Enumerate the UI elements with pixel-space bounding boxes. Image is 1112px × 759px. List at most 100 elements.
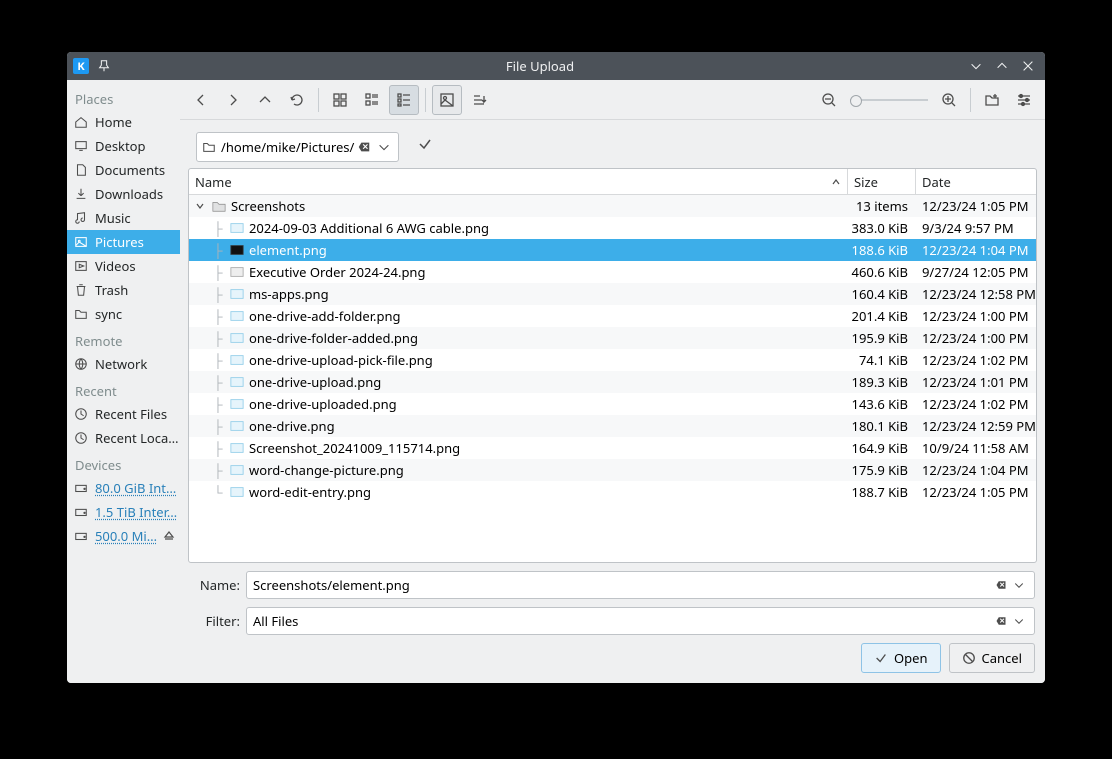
sort-button[interactable] [464,85,494,115]
cancel-icon [962,651,976,665]
file-row[interactable]: ├one-drive-uploaded.png143.6 KiB12/23/24… [189,393,1036,415]
cancel-button[interactable]: Cancel [949,643,1035,673]
clear-path-button[interactable] [354,137,374,157]
clear-name-button[interactable] [992,576,1010,594]
file-size: 383.0 KiB [848,219,916,237]
file-date: 12/23/24 1:02 PM [916,395,1036,413]
eject-icon[interactable] [163,527,175,545]
file-row[interactable]: ├Executive Order 2024-24.png460.6 KiB9/2… [189,261,1036,283]
pin-icon[interactable] [95,57,113,75]
trash-icon [73,282,89,298]
icons-view-button[interactable] [325,85,355,115]
sidebar-item-trash[interactable]: Trash [67,278,180,302]
file-size: 188.7 KiB [848,483,916,501]
details-view-button[interactable] [389,85,419,115]
column-name-label: Name [195,173,232,191]
file-row[interactable]: ├one-drive-add-folder.png201.4 KiB12/23/… [189,305,1036,327]
name-input[interactable]: Screenshots/element.png [246,571,1035,599]
column-name[interactable]: Name [189,169,848,194]
recent-icon [73,430,89,446]
compact-view-button[interactable] [357,85,387,115]
accept-path-button[interactable] [413,136,437,152]
file-row[interactable]: ├one-drive.png180.1 KiB12/23/24 12:59 PM [189,415,1036,437]
file-row[interactable]: ├word-change-picture.png175.9 KiB12/23/2… [189,459,1036,481]
file-date: 9/3/24 9:57 PM [916,219,1036,237]
path-bar[interactable]: /home/mike/Pictures/ [196,132,399,162]
path-dropdown-button[interactable] [374,137,394,157]
image-thumb-icon [229,286,245,302]
tree-line: ├ [211,417,225,435]
open-button[interactable]: Open [861,643,941,673]
sidebar-section-header: Places [67,84,180,110]
file-row[interactable]: ├one-drive-folder-added.png195.9 KiB12/2… [189,327,1036,349]
sidebar-item-music[interactable]: Music [67,206,180,230]
sidebar-item-1-5-tib-inter-[interactable]: 1.5 TiB Inter… [67,500,180,524]
filter-dropdown-button[interactable] [1010,612,1028,630]
file-name: one-drive-upload-pick-file.png [249,351,433,369]
sidebar-item-pictures[interactable]: Pictures [67,230,180,254]
file-size: 74.1 KiB [848,351,916,369]
column-date[interactable]: Date [916,169,1036,194]
file-date: 12/23/24 1:00 PM [916,329,1036,347]
file-date: 9/27/24 12:05 PM [916,263,1036,281]
app-icon: K [73,58,89,74]
file-row[interactable]: ├one-drive-upload.png189.3 KiB12/23/24 1… [189,371,1036,393]
places-sidebar: PlacesHomeDesktopDocumentsDownloadsMusic… [67,80,180,683]
name-value: Screenshots/element.png [253,576,992,594]
sidebar-item-network[interactable]: Network [67,352,180,376]
sidebar-item-recent-files[interactable]: Recent Files [67,402,180,426]
name-dropdown-button[interactable] [1010,576,1028,594]
drive-icon [73,528,89,544]
sidebar-item-downloads[interactable]: Downloads [67,182,180,206]
file-row[interactable]: ├ms-apps.png160.4 KiB12/23/24 12:58 PM [189,283,1036,305]
maximize-button[interactable] [993,57,1011,75]
desktop-icon [73,138,89,154]
sidebar-item-recent-loca-[interactable]: Recent Loca… [67,426,180,450]
close-button[interactable] [1019,57,1037,75]
folder-row[interactable]: Screenshots13 items12/23/24 1:05 PM [189,195,1036,217]
image-thumb-icon [229,330,245,346]
sidebar-item-desktop[interactable]: Desktop [67,134,180,158]
file-size: 175.9 KiB [848,461,916,479]
file-row[interactable]: ├Screenshot_20241009_115714.png164.9 KiB… [189,437,1036,459]
filter-input[interactable]: All Files [246,607,1035,635]
file-name: Screenshot_20241009_115714.png [249,439,460,457]
file-row[interactable]: ├element.png188.6 KiB12/23/24 1:04 PM [189,239,1036,261]
file-row[interactable]: └word-edit-entry.png188.7 KiB12/23/24 1:… [189,481,1036,503]
file-name: word-change-picture.png [249,461,404,479]
sidebar-item-home[interactable]: Home [67,110,180,134]
folder-name: Screenshots [231,197,305,215]
sidebar-item-videos[interactable]: Videos [67,254,180,278]
folder-date: 12/23/24 1:05 PM [916,197,1036,215]
zoom-in-button[interactable] [934,85,964,115]
reload-button[interactable] [282,85,312,115]
file-row[interactable]: ├one-drive-upload-pick-file.png74.1 KiB1… [189,349,1036,371]
recent-icon [73,406,89,422]
new-folder-button[interactable] [977,85,1007,115]
file-row[interactable]: ├2024-09-03 Additional 6 AWG cable.png38… [189,217,1036,239]
up-button[interactable] [250,85,280,115]
file-size: 164.9 KiB [848,439,916,457]
column-date-label: Date [922,173,951,191]
minimize-button[interactable] [967,57,985,75]
sidebar-item-label: Recent Loca… [95,429,179,447]
preview-button[interactable] [432,85,462,115]
sidebar-item-sync[interactable]: sync [67,302,180,326]
sidebar-item-80-0-gib-int-[interactable]: 80.0 GiB Int… [67,476,180,500]
sidebar-item-documents[interactable]: Documents [67,158,180,182]
tree-line: ├ [211,263,225,281]
settings-button[interactable] [1009,85,1039,115]
zoom-out-button[interactable] [814,85,844,115]
open-button-label: Open [894,649,928,667]
forward-button[interactable] [218,85,248,115]
column-size[interactable]: Size [848,169,916,194]
file-date: 12/23/24 1:02 PM [916,351,1036,369]
sidebar-item-500-0-mi-[interactable]: 500.0 Mi… [67,524,180,548]
zoom-slider[interactable] [850,97,928,103]
documents-icon [73,162,89,178]
image-thumb-icon [229,396,245,412]
clear-filter-button[interactable] [992,612,1010,630]
file-date: 12/23/24 12:59 PM [916,417,1036,435]
back-button[interactable] [186,85,216,115]
collapse-icon[interactable] [193,199,207,213]
